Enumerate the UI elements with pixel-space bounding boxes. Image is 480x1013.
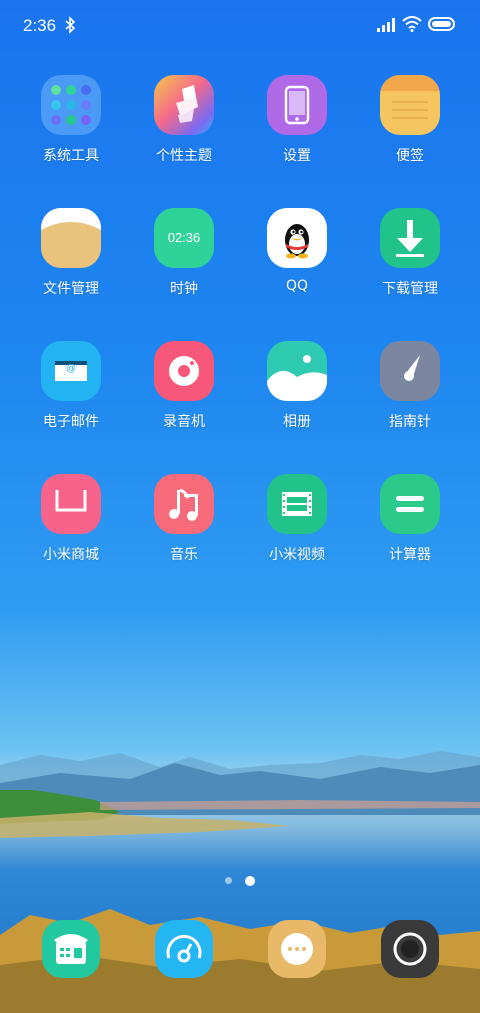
app-label: 音乐	[170, 547, 198, 563]
app-compass[interactable]: 指南针	[360, 341, 460, 431]
calculator-icon	[380, 474, 440, 534]
app-recorder[interactable]: 录音机	[134, 341, 234, 431]
app-email[interactable]: @ 电子邮件	[21, 341, 121, 431]
app-gallery[interactable]: 相册	[247, 341, 347, 431]
app-label: 录音机	[163, 414, 205, 430]
app-label: 个性主题	[156, 148, 212, 164]
settings-phone-icon	[267, 75, 327, 135]
download-arrow-icon	[380, 208, 440, 268]
email-icon: @	[41, 341, 101, 401]
compass-icon	[380, 341, 440, 401]
status-bar: 2:36	[0, 0, 480, 52]
app-label: 小米视频	[269, 547, 325, 563]
theme-brush-icon	[154, 75, 214, 135]
app-clock[interactable]: 02:36 时钟	[134, 208, 234, 298]
app-label: QQ	[285, 278, 309, 294]
app-label: 计算器	[389, 547, 431, 563]
app-label: 文件管理	[43, 281, 99, 297]
browser-icon	[155, 920, 213, 978]
app-label: 系统工具	[43, 148, 99, 164]
file-manager-icon	[41, 208, 101, 268]
app-label: 时钟	[170, 281, 198, 297]
video-film-icon	[267, 474, 327, 534]
dock-phone[interactable]	[21, 920, 121, 978]
app-label: 相册	[283, 414, 311, 430]
qq-penguin-icon	[267, 208, 327, 268]
clock-time: 2:36	[23, 16, 57, 35]
app-label: 小米商城	[43, 547, 99, 563]
email-at-symbol: @	[66, 363, 76, 374]
messages-icon	[268, 920, 326, 978]
app-mi-video[interactable]: 小米视频	[247, 474, 347, 564]
bluetooth-icon	[65, 16, 76, 34]
app-label: 下载管理	[382, 281, 438, 297]
gallery-icon	[267, 341, 327, 401]
wifi-icon	[402, 16, 422, 32]
camera-icon	[381, 920, 439, 978]
recorder-icon	[154, 341, 214, 401]
mi-store-bag-icon	[41, 474, 101, 534]
notes-icon	[380, 75, 440, 135]
app-settings[interactable]: 设置	[247, 75, 347, 165]
clock-icon: 02:36	[154, 208, 214, 268]
app-system-tools[interactable]: 系统工具	[21, 75, 121, 165]
clock-icon-time: 02:36	[167, 230, 201, 245]
app-label: 设置	[283, 148, 311, 164]
app-label: 指南针	[389, 414, 431, 430]
dock-browser[interactable]	[134, 920, 234, 978]
app-notes[interactable]: 便签	[360, 75, 460, 165]
app-label: 电子邮件	[43, 414, 99, 430]
battery-icon	[428, 17, 455, 31]
shoreline-scenery	[0, 790, 480, 838]
app-theme[interactable]: 个性主题	[134, 75, 234, 165]
app-label: 便签	[396, 148, 424, 164]
app-music[interactable]: 音乐	[134, 474, 234, 564]
app-calculator[interactable]: 计算器	[360, 474, 460, 564]
dock-camera[interactable]	[360, 920, 460, 978]
page-dot[interactable]	[224, 877, 232, 884]
phone-icon	[42, 920, 100, 978]
cellular-signal-icon	[377, 18, 395, 32]
app-mi-store[interactable]: 小米商城	[21, 474, 121, 564]
system-tools-folder-icon	[41, 75, 101, 135]
music-note-icon	[154, 474, 214, 534]
app-qq[interactable]: QQ	[247, 208, 347, 294]
dock-messages[interactable]	[247, 920, 347, 978]
app-file-manager[interactable]: 文件管理	[21, 208, 121, 298]
app-download-manager[interactable]: 下载管理	[360, 208, 460, 298]
page-indicator[interactable]	[0, 870, 480, 889]
page-dot-active[interactable]	[245, 875, 256, 886]
